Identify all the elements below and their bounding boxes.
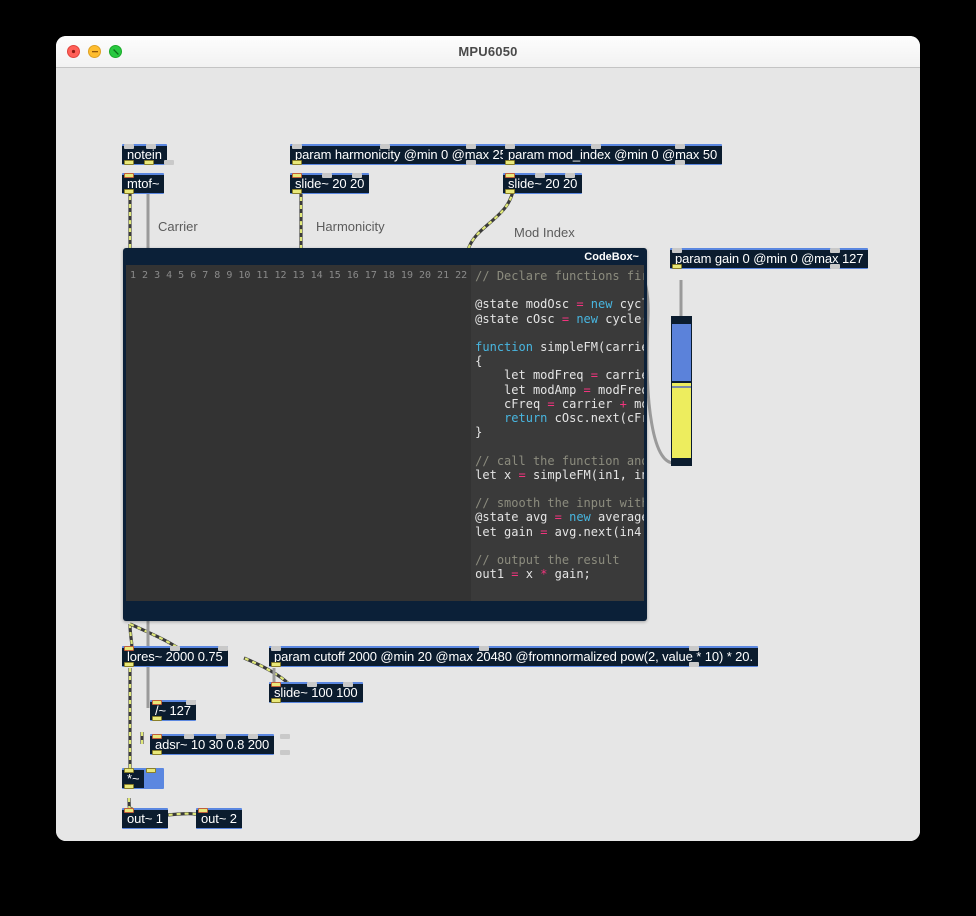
inlet[interactable] — [280, 734, 290, 739]
screen: MPU6050 — [0, 0, 976, 916]
inlet[interactable] — [689, 646, 699, 651]
codebox-title-label: CodeBox~ — [584, 251, 639, 263]
slider-value-fill — [672, 383, 691, 458]
object-param-cutoff[interactable]: param cutoff 2000 @min 20 @max 20480 @fr… — [269, 646, 758, 667]
outlet[interactable] — [124, 160, 134, 165]
comment-harmonicity[interactable]: Harmonicity — [316, 219, 385, 234]
app-window: MPU6050 — [56, 36, 920, 841]
object-slide-harmonicity[interactable]: slide~ 20 20 — [290, 173, 369, 194]
outlet[interactable] — [505, 160, 515, 165]
object-divide[interactable]: /~ 127 — [150, 700, 196, 721]
object-out1[interactable]: out~ 1 — [122, 808, 168, 829]
inlet[interactable] — [218, 646, 228, 651]
outlet[interactable] — [830, 264, 840, 269]
inlet[interactable] — [186, 700, 196, 705]
inlet[interactable] — [124, 768, 134, 773]
inlet[interactable] — [466, 144, 476, 149]
inlet[interactable] — [505, 173, 515, 178]
inlet[interactable] — [380, 144, 390, 149]
inlet[interactable] — [292, 144, 302, 149]
inlet[interactable] — [271, 646, 281, 651]
inlet[interactable] — [124, 173, 134, 178]
comment-carrier[interactable]: Carrier — [158, 219, 198, 234]
close-icon — [70, 48, 77, 55]
comment-mod-index[interactable]: Mod Index — [514, 225, 575, 240]
object-param-harmonicity[interactable]: param harmonicity @min 0 @max 25 — [290, 144, 512, 165]
outlet[interactable] — [292, 160, 302, 165]
window-controls — [67, 45, 122, 58]
outlet[interactable] — [164, 160, 174, 165]
object-multiply[interactable]: *~ — [122, 768, 164, 789]
inlet[interactable] — [322, 173, 332, 178]
object-slide-cutoff[interactable]: slide~ 100 100 — [269, 682, 363, 703]
object-param-mod-index[interactable]: param mod_index @min 0 @max 50 — [503, 144, 722, 165]
inlet[interactable] — [124, 144, 134, 149]
code-text[interactable]: // Declare functions first @state modOsc… — [471, 265, 644, 601]
outlet[interactable] — [124, 784, 134, 789]
inlet[interactable] — [830, 248, 840, 253]
slider-knob[interactable] — [672, 386, 691, 388]
inlet[interactable] — [672, 248, 682, 253]
object-param-gain[interactable]: param gain 0 @min 0 @max 127 — [670, 248, 868, 269]
inlet[interactable] — [479, 646, 489, 651]
outlet[interactable] — [672, 264, 682, 269]
inlet[interactable] — [591, 144, 601, 149]
code-editor[interactable]: 1 2 3 4 5 6 7 8 9 10 11 12 13 14 15 16 1… — [126, 265, 644, 601]
object-adsr[interactable]: adsr~ 10 30 0.8 200 — [150, 734, 274, 755]
object-out2[interactable]: out~ 2 — [196, 808, 242, 829]
object-lores[interactable]: lores~ 2000 0.75 — [122, 646, 228, 667]
inlet[interactable] — [352, 173, 362, 178]
inlet[interactable] — [184, 734, 194, 739]
object-slide-mod-index[interactable]: slide~ 20 20 — [503, 173, 582, 194]
outlet[interactable] — [466, 160, 476, 165]
inlet[interactable] — [675, 144, 685, 149]
slider-upper-fill — [672, 324, 691, 381]
code-line-numbers: 1 2 3 4 5 6 7 8 9 10 11 12 13 14 15 16 1… — [126, 265, 471, 601]
inlet[interactable] — [271, 682, 281, 687]
inlet[interactable] — [292, 173, 302, 178]
inlet[interactable] — [170, 646, 180, 651]
object-mtof[interactable]: mtof~ — [122, 173, 164, 194]
inlet[interactable] — [124, 808, 134, 813]
minimize-icon — [91, 48, 99, 55]
minimize-button[interactable] — [88, 45, 101, 58]
inlet[interactable] — [565, 173, 575, 178]
inlet[interactable] — [248, 734, 258, 739]
outlet[interactable] — [689, 662, 699, 667]
inlet[interactable] — [146, 768, 156, 773]
inlet[interactable] — [216, 734, 226, 739]
outlet[interactable] — [505, 189, 515, 194]
outlet[interactable] — [675, 160, 685, 165]
outlet[interactable] — [271, 698, 281, 703]
outlet[interactable] — [124, 189, 134, 194]
zoom-button[interactable] — [109, 45, 122, 58]
window-title: MPU6050 — [56, 44, 920, 59]
close-button[interactable] — [67, 45, 80, 58]
inlet[interactable] — [343, 682, 353, 687]
inlet[interactable] — [535, 173, 545, 178]
inlet[interactable] — [152, 700, 162, 705]
inlet[interactable] — [152, 734, 162, 739]
outlet[interactable] — [144, 160, 154, 165]
inlet[interactable] — [307, 682, 317, 687]
patcher-canvas[interactable]: notein mtof~ param harmonicity @min 0 @m… — [56, 68, 920, 841]
fullscreen-icon — [112, 48, 120, 56]
outlet[interactable] — [152, 716, 162, 721]
object-notein[interactable]: notein — [122, 144, 167, 165]
inlet[interactable] — [198, 808, 208, 813]
inlet[interactable] — [146, 144, 156, 149]
outlet[interactable] — [292, 189, 302, 194]
inlet[interactable] — [505, 144, 515, 149]
codebox-object[interactable]: CodeBox~ 1 2 3 4 5 6 7 8 9 10 11 12 13 1… — [123, 248, 647, 621]
gain-slider[interactable] — [671, 316, 692, 466]
outlet[interactable] — [271, 662, 281, 667]
window-titlebar: MPU6050 — [56, 36, 920, 68]
outlet[interactable] — [124, 662, 134, 667]
inlet[interactable] — [124, 646, 134, 651]
outlet[interactable] — [280, 750, 290, 755]
outlet[interactable] — [152, 750, 162, 755]
